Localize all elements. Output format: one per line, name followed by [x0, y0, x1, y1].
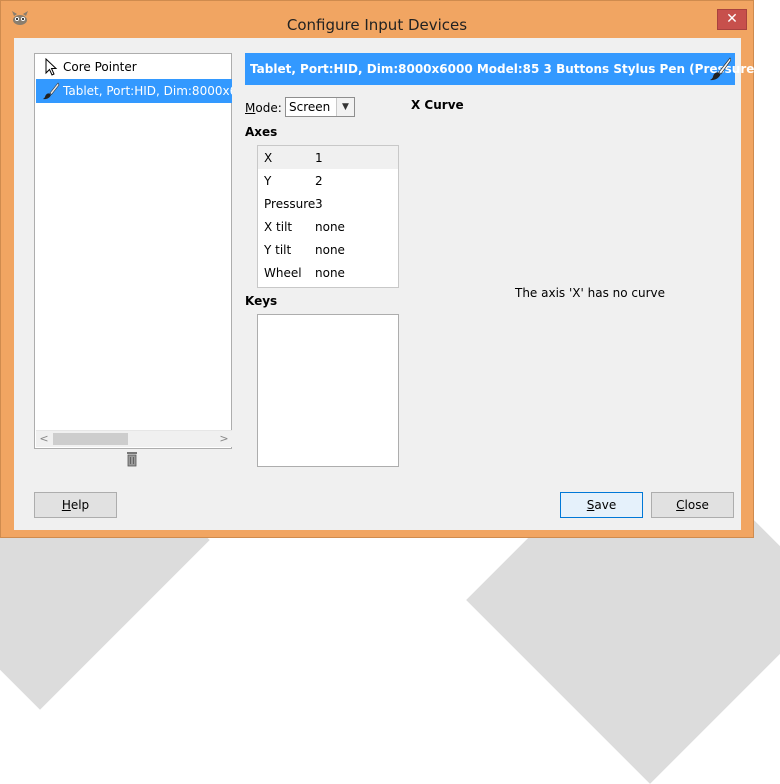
axis-name: X tilt: [264, 220, 293, 234]
close-button[interactable]: Close: [651, 492, 734, 518]
help-mnemonic: H: [61, 498, 71, 512]
dialog-content: Core Pointer Tablet, Port:HID, Dim:8000x…: [14, 38, 760, 530]
device-item-tablet[interactable]: Tablet, Port:HID, Dim:8000x6000: [36, 79, 232, 103]
scrollbar-thumb[interactable]: [53, 433, 128, 445]
axes-table[interactable]: X 1 Y 2 Pressure 3 X tilt none Y tilt no…: [257, 145, 399, 288]
axis-value: none: [315, 243, 345, 257]
axis-value: 2: [315, 174, 323, 188]
help-button[interactable]: Help: [34, 492, 117, 518]
mode-label: Mode:: [245, 101, 282, 115]
axis-name: Y tilt: [264, 243, 292, 257]
axis-row[interactable]: X tilt none: [258, 215, 398, 238]
axis-row[interactable]: Y tilt none: [258, 238, 398, 261]
device-list[interactable]: Core Pointer Tablet, Port:HID, Dim:8000x…: [34, 53, 232, 449]
close-mnemonic: C: [676, 498, 685, 512]
arrow-pointer-icon: [45, 58, 58, 76]
help-label: elp: [70, 498, 90, 512]
close-label: lose: [684, 498, 709, 512]
paintbrush-icon: [43, 82, 60, 100]
axis-row[interactable]: Y 2: [258, 169, 398, 192]
axis-value: 3: [315, 197, 323, 211]
device-label: Tablet, Port:HID, Dim:8000x6000: [63, 84, 232, 98]
device-list-horizontal-scrollbar[interactable]: < >: [36, 430, 232, 447]
axis-name: Wheel: [264, 266, 302, 280]
window-close-button[interactable]: ✕: [717, 9, 747, 30]
axis-row[interactable]: Pressure 3: [258, 192, 398, 215]
trash-icon[interactable]: [125, 451, 139, 467]
mode-select-value: Screen: [289, 100, 331, 114]
window-title: Configure Input Devices: [286, 16, 468, 34]
save-label: ave: [594, 498, 617, 512]
scroll-right-arrow[interactable]: >: [217, 432, 231, 445]
device-label: Core Pointer: [63, 60, 137, 74]
axis-value: none: [315, 220, 345, 234]
device-header-banner: Tablet, Port:HID, Dim:8000x6000 Model:85…: [245, 53, 760, 85]
axis-name: X: [264, 151, 273, 165]
mode-select[interactable]: Screen ▼: [285, 97, 355, 117]
chevron-down-icon[interactable]: ▼: [336, 98, 354, 116]
axis-value: 1: [315, 151, 323, 165]
axis-row[interactable]: Wheel none: [258, 261, 398, 284]
save-button[interactable]: Save: [560, 492, 643, 518]
axis-row[interactable]: X 1: [258, 146, 398, 169]
mode-label-mnemonic: M: [245, 101, 256, 115]
axis-name: Y: [264, 174, 272, 188]
device-item-core-pointer[interactable]: Core Pointer: [36, 55, 232, 79]
curve-heading: X Curve: [411, 98, 464, 112]
axis-name: Pressure: [264, 197, 316, 211]
mode-label-text: ode:: [255, 101, 282, 115]
curve-message: The axis 'X' has no curve: [515, 286, 666, 300]
dialog-window: Configure Input Devices ✕ Core Pointer T…: [0, 0, 760, 538]
keys-heading: Keys: [245, 294, 278, 308]
device-header-text: Tablet, Port:HID, Dim:8000x6000 Model:85…: [250, 62, 760, 76]
axis-value: none: [315, 266, 345, 280]
axes-heading: Axes: [245, 125, 278, 139]
scroll-left-arrow[interactable]: <: [37, 432, 51, 445]
keys-list[interactable]: [257, 314, 399, 467]
paintbrush-icon: [710, 57, 731, 81]
